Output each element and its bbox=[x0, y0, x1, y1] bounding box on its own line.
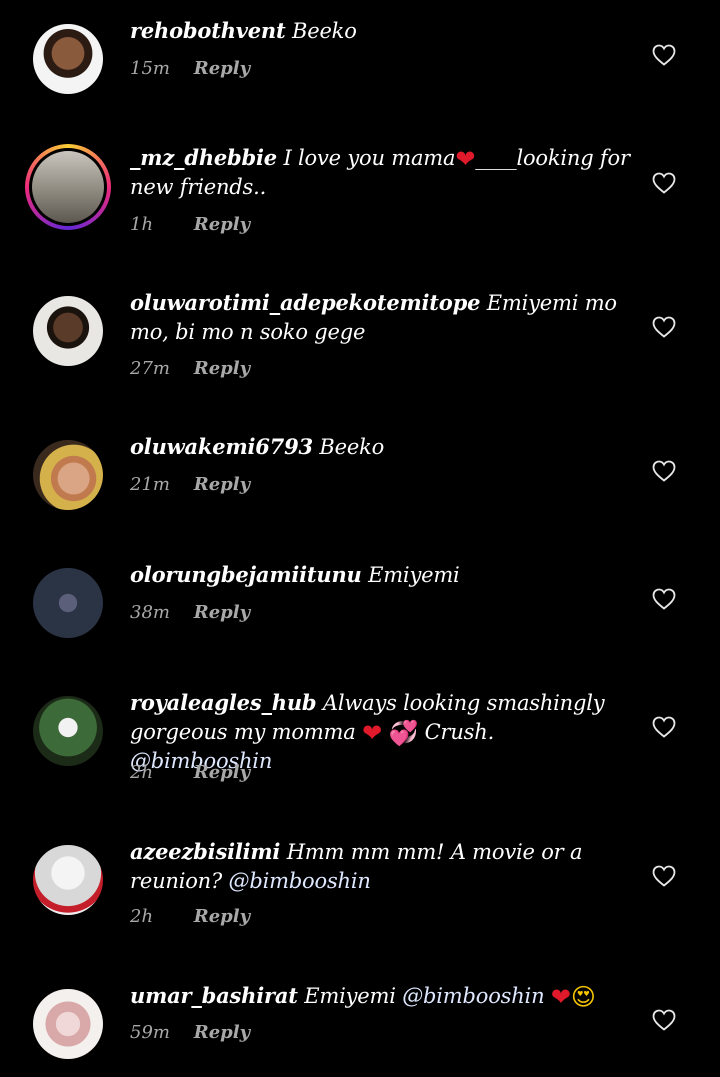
comment-time: 15m bbox=[130, 58, 170, 79]
avatar[interactable] bbox=[33, 568, 103, 638]
avatar[interactable] bbox=[33, 845, 103, 915]
reply-button[interactable]: Reply bbox=[194, 602, 250, 623]
comment-body: Emiyemi bbox=[368, 563, 460, 587]
comment-body: Emiyemi bbox=[304, 984, 396, 1008]
avatar[interactable] bbox=[33, 440, 103, 510]
comment-meta: 2h Reply bbox=[130, 762, 250, 783]
comment-text: oluwakemi6793 Beeko bbox=[130, 432, 630, 462]
red-heart-emoji: ❤ bbox=[550, 983, 571, 1011]
red-heart-emoji: ❤ bbox=[362, 719, 382, 747]
comment-text: olorungbejamiitunu Emiyemi bbox=[130, 560, 630, 590]
comment-body: I love you mama bbox=[283, 146, 456, 170]
like-heart-icon[interactable] bbox=[652, 316, 676, 338]
like-heart-icon[interactable] bbox=[652, 588, 676, 610]
comment-time: 2h bbox=[130, 762, 154, 783]
comment-text: rehobothvent Beeko bbox=[130, 16, 630, 46]
comment-time: 27m bbox=[130, 358, 170, 379]
comment-text: umar_bashirat Emiyemi @bimbooshin ❤😍 bbox=[130, 981, 630, 1011]
reply-button[interactable]: Reply bbox=[194, 474, 250, 495]
comment-meta: 27m Reply bbox=[130, 358, 250, 379]
like-heart-icon[interactable] bbox=[652, 865, 676, 887]
comment-username[interactable]: oluwakemi6793 bbox=[130, 434, 313, 459]
comment-body: Beeko bbox=[319, 435, 385, 459]
comment-username[interactable]: oluwarotimi_adepekotemitope bbox=[130, 290, 480, 315]
comment-text: _mz_dhebbie I love you mama❤____looking … bbox=[130, 143, 630, 202]
red-heart-emoji: ❤ bbox=[455, 145, 476, 173]
comment-username[interactable]: rehobothvent bbox=[130, 18, 286, 43]
comment-meta: 2h Reply bbox=[130, 906, 250, 927]
reply-button[interactable]: Reply bbox=[194, 358, 250, 379]
comment-time: 38m bbox=[130, 602, 170, 623]
comment-time: 2h bbox=[130, 906, 154, 927]
like-heart-icon[interactable] bbox=[652, 172, 676, 194]
like-heart-icon[interactable] bbox=[652, 1009, 676, 1031]
comment-username[interactable]: _mz_dhebbie bbox=[130, 145, 277, 170]
comment-meta: 38m Reply bbox=[130, 602, 250, 623]
avatar[interactable] bbox=[33, 989, 103, 1059]
comment-meta: 1h Reply bbox=[130, 214, 250, 235]
avatar[interactable] bbox=[33, 24, 103, 94]
comment-time: 21m bbox=[130, 474, 170, 495]
comment-body-continued: Crush. bbox=[424, 720, 495, 744]
comment-time: 59m bbox=[130, 1022, 170, 1043]
avatar-story-ring[interactable] bbox=[25, 144, 111, 230]
comment-username[interactable]: olorungbejamiitunu bbox=[130, 562, 362, 587]
mention-link[interactable]: @bimbooshin bbox=[229, 869, 371, 893]
like-heart-icon[interactable] bbox=[652, 716, 676, 738]
revolving-hearts-emoji: 💞 bbox=[388, 719, 419, 747]
heart-eyes-emoji: 😍 bbox=[570, 983, 596, 1011]
comment-time: 1h bbox=[130, 214, 154, 235]
comment-username[interactable]: azeezbisilimi bbox=[130, 839, 280, 864]
mention-link[interactable]: @bimbooshin bbox=[402, 984, 544, 1008]
reply-button[interactable]: Reply bbox=[194, 906, 250, 927]
comment-username[interactable]: umar_bashirat bbox=[130, 983, 298, 1008]
like-heart-icon[interactable] bbox=[652, 44, 676, 66]
comment-username[interactable]: royaleagles_hub bbox=[130, 690, 317, 715]
reply-button[interactable]: Reply bbox=[194, 214, 250, 235]
reply-button[interactable]: Reply bbox=[194, 58, 250, 79]
comment-meta: 59m Reply bbox=[130, 1022, 250, 1043]
comment-text: oluwarotimi_adepekotemitope Emiyemi mo m… bbox=[130, 288, 630, 347]
avatar[interactable] bbox=[33, 696, 103, 766]
avatar[interactable] bbox=[33, 296, 103, 366]
like-heart-icon[interactable] bbox=[652, 460, 676, 482]
comment-body: Beeko bbox=[291, 19, 357, 43]
reply-button[interactable]: Reply bbox=[194, 762, 250, 783]
comment-text: azeezbisilimi Hmm mm mm! A movie or a re… bbox=[130, 837, 630, 896]
comment-meta: 15m Reply bbox=[130, 58, 250, 79]
comment-meta: 21m Reply bbox=[130, 474, 250, 495]
reply-button[interactable]: Reply bbox=[194, 1022, 250, 1043]
